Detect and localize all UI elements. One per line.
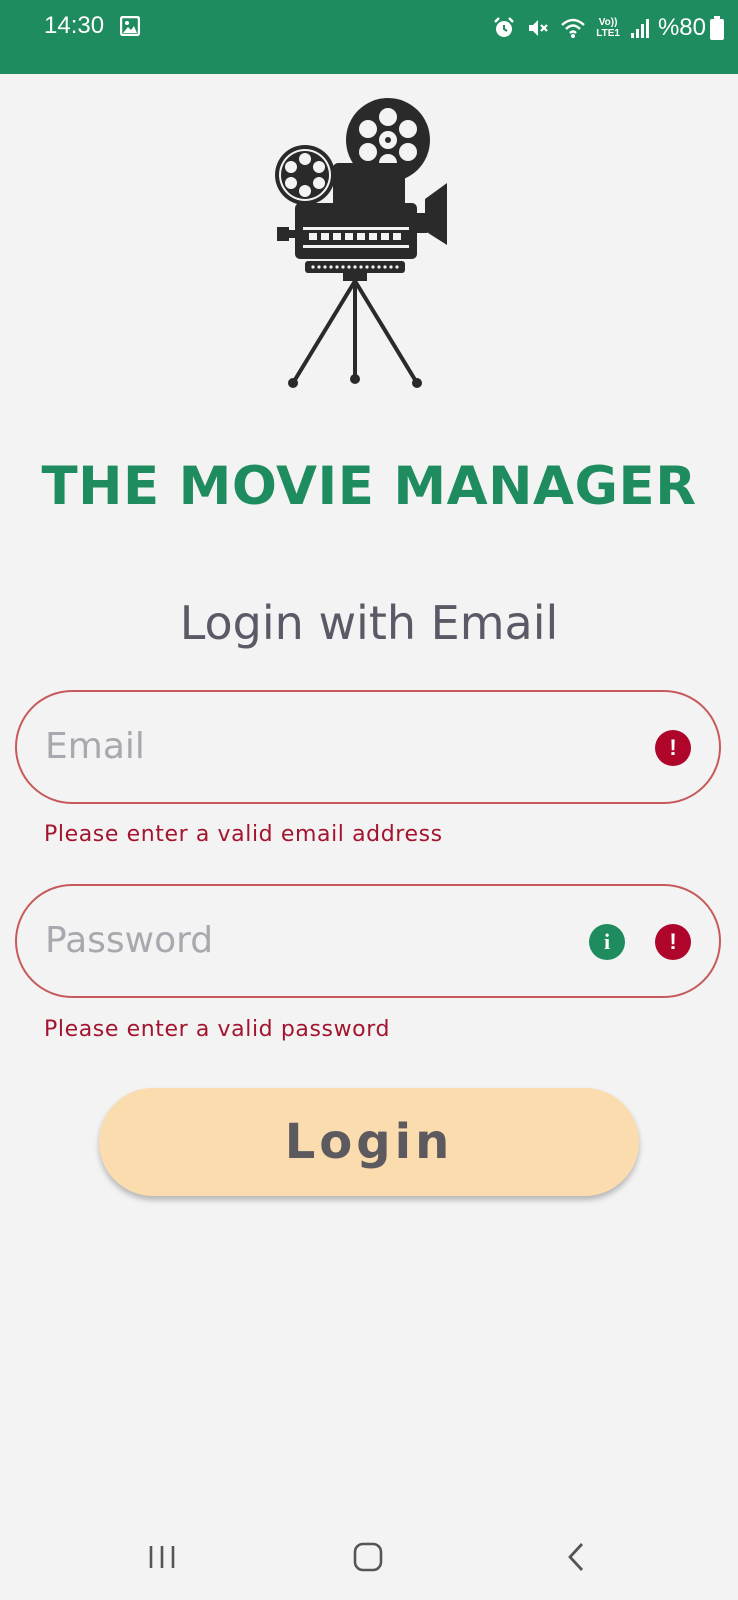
navigation-bar <box>0 1516 738 1600</box>
password-error-icon: ! <box>655 924 691 960</box>
wifi-icon <box>561 18 586 38</box>
login-subtitle: Login with Email <box>179 596 559 650</box>
password-placeholder: Password <box>45 920 214 961</box>
email-field[interactable]: Email ! <box>15 690 721 804</box>
password-info-icon[interactable]: i <box>589 924 625 960</box>
status-time: 14:30 <box>44 12 105 39</box>
image-icon <box>120 16 140 36</box>
back-icon[interactable] <box>562 1540 590 1574</box>
login-button[interactable]: Login <box>99 1088 639 1196</box>
email-placeholder: Email <box>45 726 145 767</box>
home-icon[interactable] <box>352 1542 384 1572</box>
mute-icon <box>529 20 549 36</box>
password-field[interactable]: Password i ! <box>15 884 721 998</box>
battery-percent: %80 <box>657 14 706 41</box>
app-title: THE MOVIE MANAGER <box>41 456 697 517</box>
volte-label: Vo)) <box>598 17 618 28</box>
email-error-text: Please enter a valid email address <box>44 822 443 847</box>
recents-icon[interactable] <box>147 1542 177 1572</box>
password-error-text: Please enter a valid password <box>44 1017 391 1042</box>
alarm-icon <box>494 17 515 37</box>
email-error-icon: ! <box>655 730 691 766</box>
signal-icon <box>630 19 649 38</box>
film-camera-icon <box>275 98 447 388</box>
status-bar: 14:30 Vo)) LTE1 %80 <box>0 0 738 74</box>
battery-icon <box>710 16 724 40</box>
network-type: Vo)) LTE1 <box>596 17 620 39</box>
network-label: LTE1 <box>596 28 620 39</box>
status-icons: Vo)) LTE1 %80 <box>482 10 724 46</box>
